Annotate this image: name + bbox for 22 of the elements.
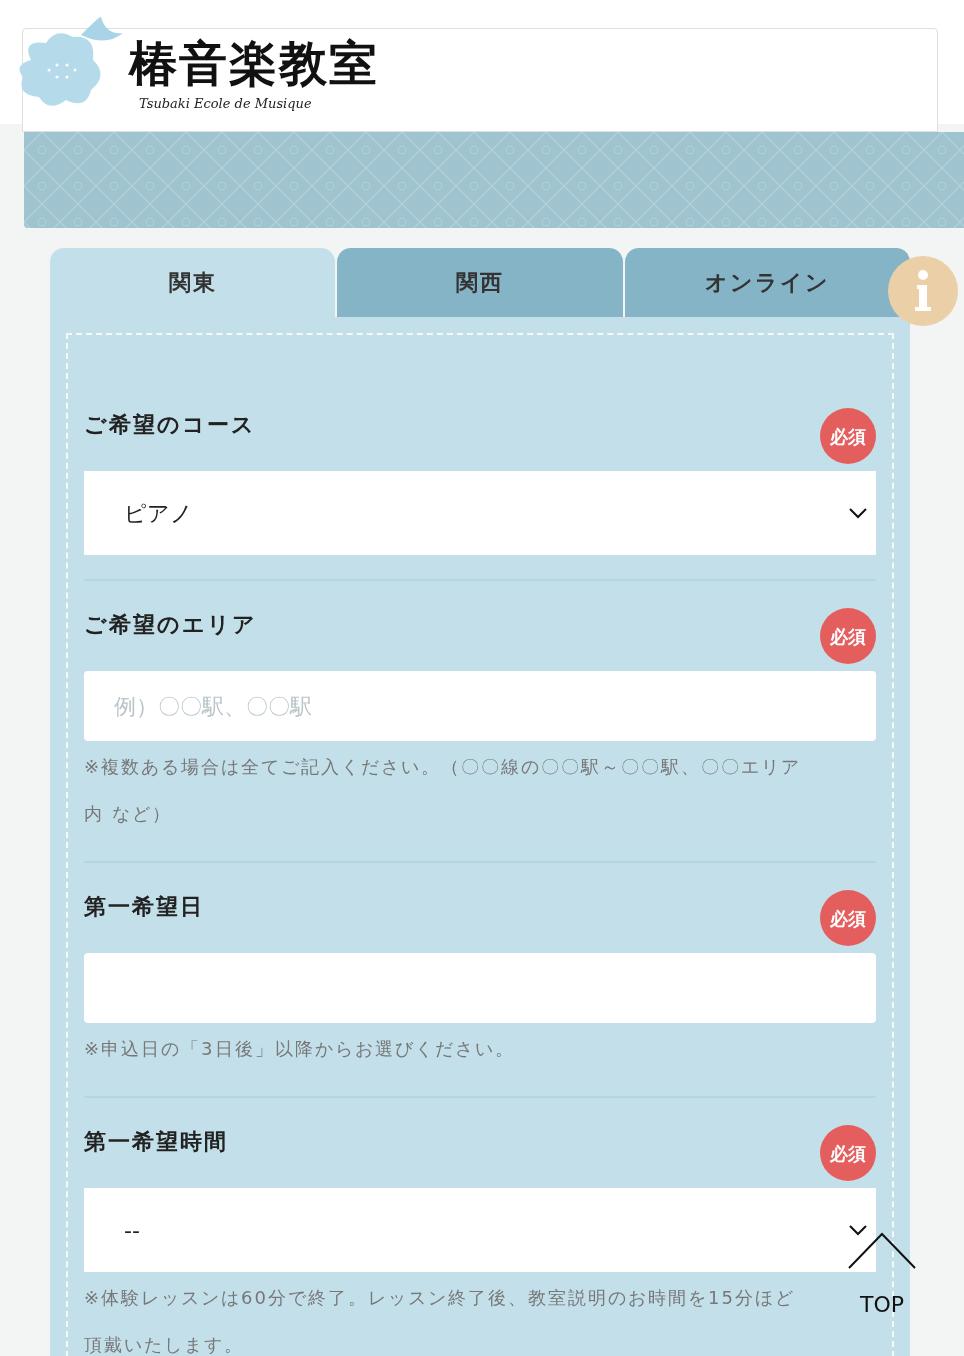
region-tab[interactable]: オンライン (624, 248, 910, 317)
field-label: ご希望のコース (84, 410, 256, 439)
required-badge: 必須 (820, 608, 876, 664)
input-field[interactable] (84, 953, 876, 1023)
help-note: ※体験レッスンは60分で終了。レッスン終了後、教室説明のお時間を15分ほど頂戴いたします。 (84, 1286, 796, 1356)
select-field[interactable]: -- (84, 1188, 876, 1272)
caret-icon (848, 507, 868, 519)
caret-icon (848, 1224, 868, 1236)
field-label: ご希望のエリア (84, 610, 257, 639)
required-badge: 必須 (820, 408, 876, 464)
help-note: ※申込日の「3日後」以降からお選びください。 (84, 1037, 516, 1061)
region-tab[interactable]: 関東 (50, 248, 336, 317)
region-tab[interactable]: 関西 (337, 248, 623, 317)
required-badge: 必須 (820, 890, 876, 946)
required-badge: 必須 (820, 1125, 876, 1181)
input-field[interactable]: 例）〇〇駅、〇〇駅 (84, 671, 876, 741)
logo-subtitle: Tsubaki Ecole de Musique (139, 95, 313, 113)
field-label: 第一希望時間 (84, 1127, 228, 1156)
logo-title: 椿音楽教室 (129, 34, 379, 93)
field-label: 第一希望日 (84, 892, 204, 921)
help-note: ※複数ある場合は全てご記入ください。（〇〇線の〇〇駅～〇〇駅、〇〇エリア内 など） (84, 755, 803, 826)
select-field[interactable]: ピアノ (84, 471, 876, 555)
